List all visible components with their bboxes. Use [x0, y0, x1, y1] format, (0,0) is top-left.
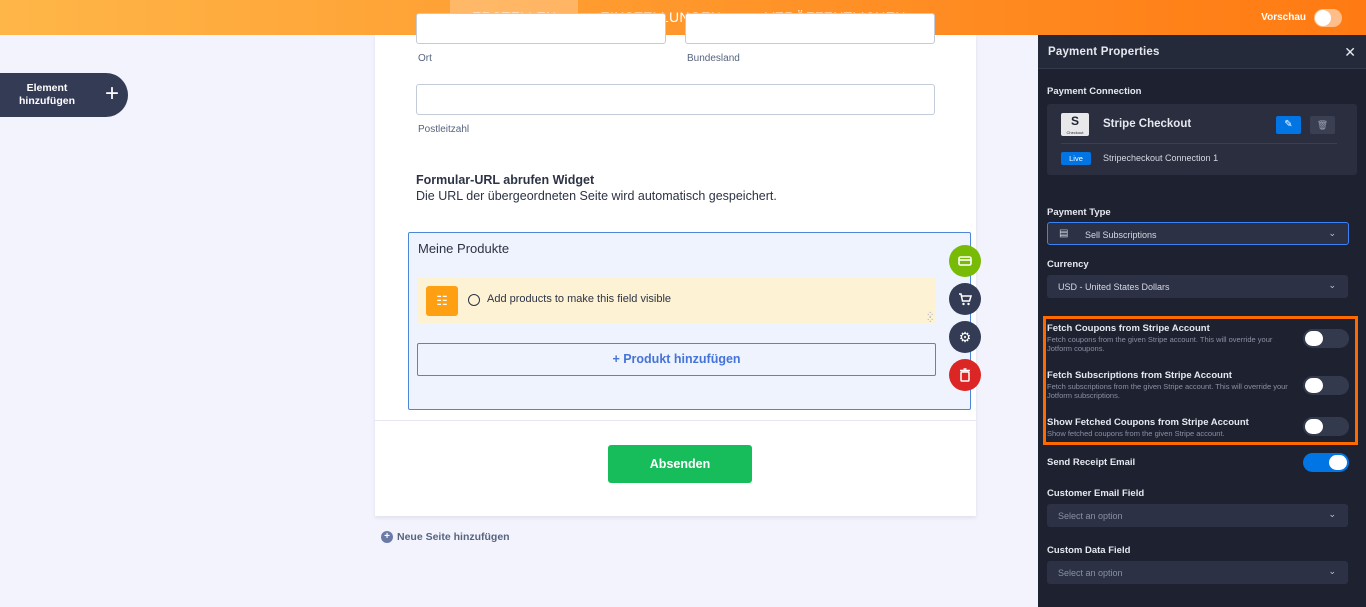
- fetch-subscriptions-title: Fetch Subscriptions from Stripe Account: [1047, 370, 1232, 381]
- payment-type-select[interactable]: ▤ Sell Subscriptions ⌄: [1047, 222, 1349, 245]
- trash-icon[interactable]: [949, 359, 981, 391]
- fetch-subscriptions-description: Fetch subscriptions from the given Strip…: [1047, 382, 1288, 400]
- top-bar: ERSTELLEN EINSTELLUNGEN VERÖFFENTLICHEN …: [0, 0, 1366, 35]
- payment-type-label: Payment Type: [1047, 207, 1111, 218]
- payment-properties-panel: Payment Properties ✕ Payment Connection …: [1038, 35, 1366, 607]
- fetch-coupons-title: Fetch Coupons from Stripe Account: [1047, 323, 1210, 334]
- fetch-subscriptions-toggle[interactable]: [1303, 376, 1349, 395]
- stripe-logo: S Checkout: [1061, 113, 1089, 136]
- city-input[interactable]: [416, 13, 666, 44]
- zip-label: Postleitzahl: [418, 124, 470, 135]
- connection-subtitle: Stripecheckout Connection 1: [1103, 153, 1219, 163]
- currency-select[interactable]: USD - United States Dollars ⌄: [1047, 275, 1348, 298]
- live-badge: Live: [1061, 152, 1091, 165]
- custom-data-label: Custom Data Field: [1047, 545, 1131, 556]
- products-field[interactable]: Meine Produkte ☷ Add products to make th…: [408, 232, 971, 410]
- widget-description: Die URL der übergeordneten Seite wird au…: [416, 189, 777, 203]
- chevron-down-icon: ⌄: [1328, 509, 1336, 519]
- add-page-label: Neue Seite hinzufügen: [397, 531, 510, 543]
- divider: [1061, 143, 1337, 144]
- add-page-link[interactable]: + Neue Seite hinzufügen: [381, 531, 510, 543]
- delete-connection-button[interactable]: 🗑: [1310, 116, 1335, 134]
- chevron-down-icon: ⌄: [1328, 228, 1336, 238]
- products-notice: ☷ Add products to make this field visibl…: [417, 278, 936, 323]
- connection-name: Stripe Checkout: [1103, 118, 1192, 130]
- show-coupons-toggle[interactable]: [1303, 417, 1349, 436]
- divider: [375, 420, 976, 421]
- show-coupons-title: Show Fetched Coupons from Stripe Account: [1047, 417, 1249, 428]
- add-circle-icon: +: [381, 531, 393, 543]
- radio-icon: [468, 294, 480, 306]
- send-receipt-label: Send Receipt Email: [1047, 457, 1136, 468]
- fetch-coupons-toggle[interactable]: [1303, 329, 1349, 348]
- show-coupons-description: Show fetched coupons from the given Stri…: [1047, 429, 1225, 438]
- add-element-label: Element hinzufügen: [19, 82, 75, 107]
- custom-data-select[interactable]: Select an option ⌄: [1047, 561, 1348, 584]
- customer-email-placeholder: Select an option: [1058, 511, 1123, 521]
- chevron-down-icon: ⌄: [1328, 566, 1336, 576]
- add-element-button[interactable]: Element hinzufügen +: [0, 73, 128, 117]
- state-input[interactable]: [685, 13, 935, 44]
- fetch-coupons-description: Fetch coupons from the given Stripe acco…: [1047, 335, 1273, 353]
- form-card: Ort Bundesland Postleitzahl Formular-URL…: [375, 13, 976, 516]
- gear-icon[interactable]: ⚙: [949, 321, 981, 353]
- zip-input[interactable]: [416, 84, 935, 115]
- state-label: Bundesland: [687, 53, 740, 64]
- custom-data-placeholder: Select an option: [1058, 568, 1123, 578]
- card-icon[interactable]: [949, 245, 981, 277]
- city-label: Ort: [418, 53, 432, 64]
- plus-icon: +: [104, 80, 119, 107]
- add-product-button[interactable]: + Produkt hinzufügen: [417, 343, 936, 376]
- panel-title: Payment Properties: [1048, 46, 1160, 58]
- send-receipt-toggle[interactable]: [1303, 453, 1349, 472]
- customer-email-label: Customer Email Field: [1047, 488, 1145, 499]
- checklist-icon: ☷: [426, 286, 458, 316]
- products-title: Meine Produkte: [418, 241, 510, 256]
- preview-toggle[interactable]: [1314, 8, 1342, 27]
- products-notice-text: Add products to make this field visible: [487, 293, 672, 305]
- panel-header: Payment Properties ✕: [1038, 35, 1366, 69]
- close-icon[interactable]: ✕: [1344, 44, 1356, 61]
- payment-type-value: Sell Subscriptions: [1085, 230, 1157, 240]
- drag-handle-icon[interactable]: ⁘ ⁘: [926, 311, 934, 326]
- cart-icon[interactable]: [949, 283, 981, 315]
- customer-email-select[interactable]: Select an option ⌄: [1047, 504, 1348, 527]
- currency-value: USD - United States Dollars: [1058, 282, 1170, 292]
- preview-label: Vorschau: [1261, 12, 1306, 23]
- chevron-down-icon: ⌄: [1328, 280, 1336, 290]
- widget-title: Formular-URL abrufen Widget: [416, 173, 595, 187]
- currency-label: Currency: [1047, 259, 1089, 270]
- edit-connection-button[interactable]: ✎: [1276, 116, 1301, 134]
- subscription-icon: ▤: [1059, 228, 1069, 239]
- connection-card: S Checkout Stripe Checkout ✎ 🗑 Live Stri…: [1047, 104, 1357, 175]
- submit-button[interactable]: Absenden: [608, 445, 752, 483]
- preview-control: Vorschau: [1261, 0, 1342, 35]
- payment-connection-title: Payment Connection: [1047, 86, 1142, 97]
